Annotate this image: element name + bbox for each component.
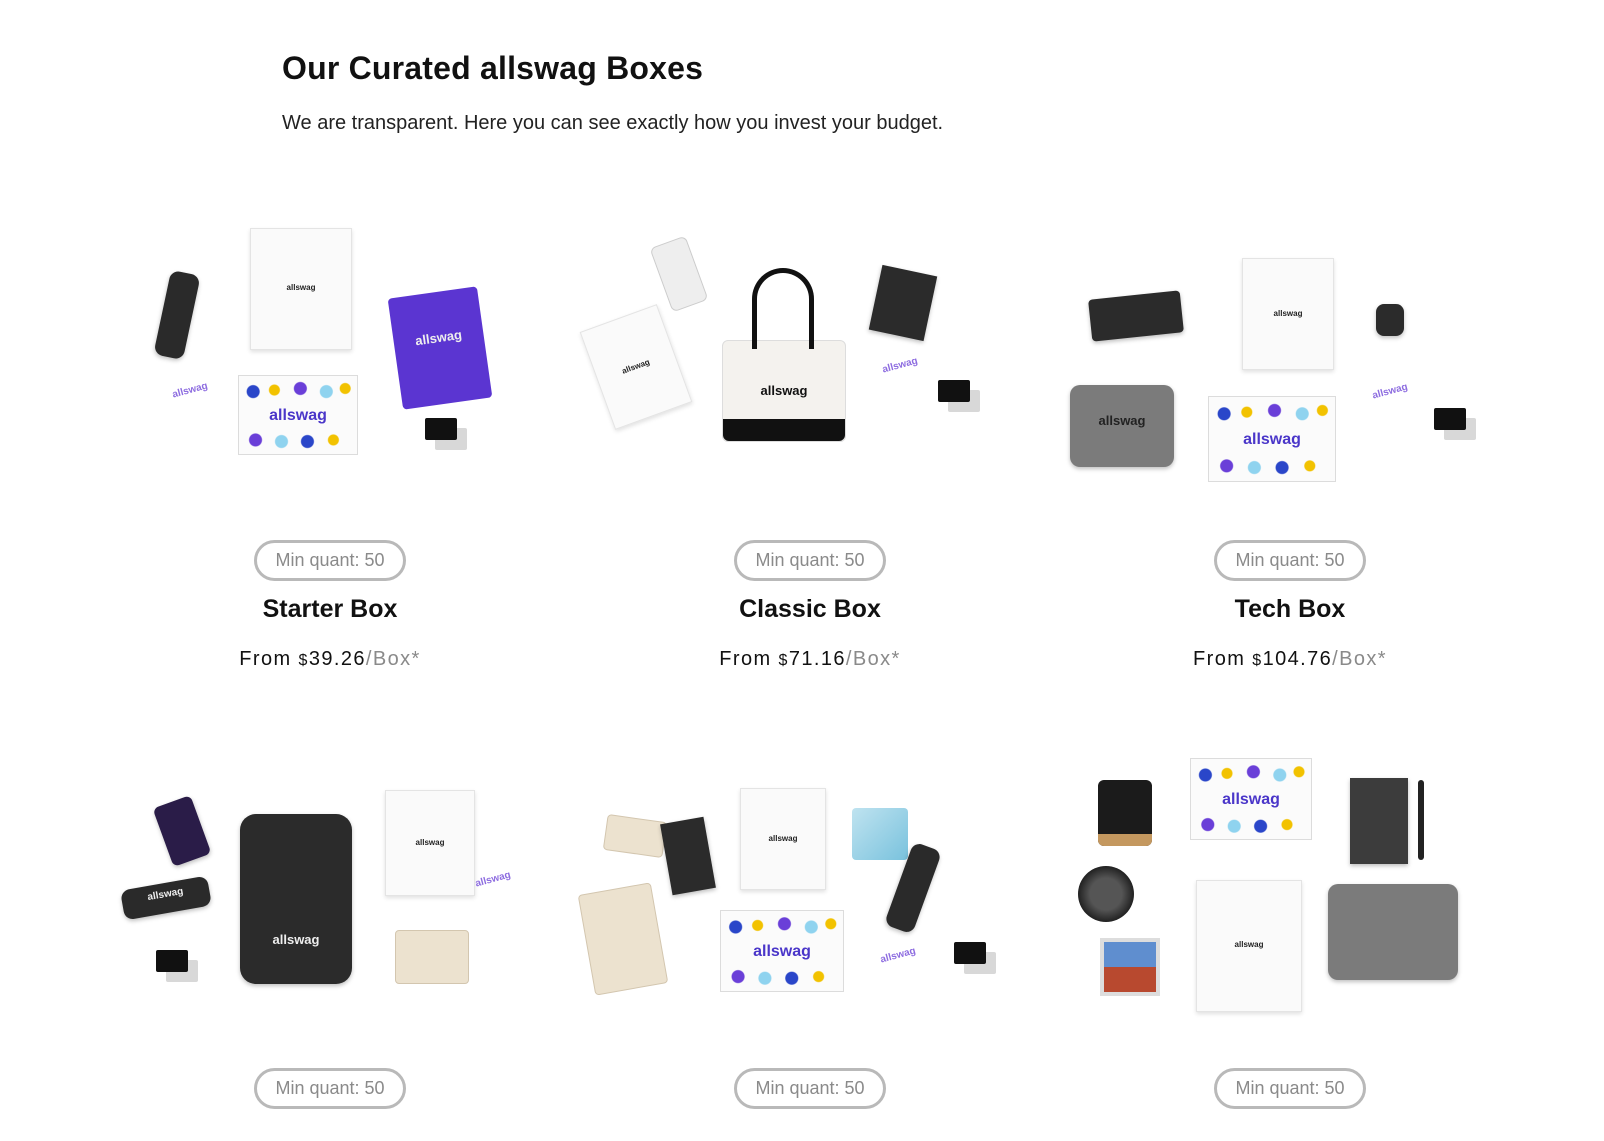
notebook-image [660,816,716,896]
box-card-classic[interactable]: allswag allswag allswag Min quant: 50 Cl… [570,210,1050,671]
tracker-image [1376,304,1404,336]
box-name[interactable]: Tech Box [1050,595,1530,624]
box-price: From $104.76/Box* [1193,648,1387,670]
card-set-image [156,950,188,972]
mug-image [1098,780,1152,846]
tote-bag-image: allswag [722,340,846,442]
sticker-image: allswag [1371,381,1409,402]
tshirt-image: allswag [1242,258,1334,370]
page-subtitle: We are transparent. Here you can see exa… [282,112,944,134]
box-card-4[interactable]: allswag allswag allswag allswag Min quan… [90,738,570,1109]
min-quantity-badge: Min quant: 50 [1214,1068,1366,1109]
box-price: From $39.26/Box* [239,648,421,670]
mailer-box-image: allswag [238,375,358,455]
tote-handle [752,268,814,349]
mailer-box-image: allswag [1190,758,1312,840]
lunch-box-image [602,814,668,858]
tshirt-image: allswag [385,790,475,896]
tumbler-image [649,235,709,313]
socks-image [152,795,212,867]
mailer-box-image: allswag [1208,396,1336,482]
box-illustration: allswag allswag allswag [570,738,1050,1068]
card-set-image [1434,408,1466,430]
box-card-6[interactable]: allswag allswag Min quant: 50 [1050,738,1530,1109]
laptop-bag-image: allswag [1070,385,1174,467]
speaker-image [1078,866,1134,922]
box-illustration: allswag allswag allswag allswag [90,210,570,540]
notebook-image [868,264,938,342]
pen-image [1418,780,1424,860]
notebook-image [1350,778,1408,864]
min-quantity-badge: Min quant: 50 [254,1068,406,1109]
sticker-image: allswag [171,380,209,401]
straw-set-image [395,930,469,984]
tshirt-image: allswag [740,788,826,890]
backpack-image: allswag [240,814,352,984]
box-name[interactable]: Classic Box [570,595,1050,624]
box-illustration: allswag allswag [1050,738,1530,1068]
card-set-image [954,942,986,964]
sticker-image: allswag [881,355,919,376]
card-set-image [938,380,970,402]
card-set-image [425,418,457,440]
box-card-starter[interactable]: allswag allswag allswag allswag Min quan… [90,210,570,671]
box-card-tech[interactable]: allswag allswag allswag allswag Min quan… [1050,210,1530,671]
box-name[interactable]: Starter Box [90,595,570,624]
min-quantity-badge: Min quant: 50 [254,540,406,581]
min-quantity-badge: Min quant: 50 [734,1068,886,1109]
tshirt-image: allswag [1196,880,1302,1012]
sticker-image: allswag [879,945,917,966]
drawstring-bag-image [577,882,669,996]
cube-image [852,808,908,860]
tablet-stand-image [1088,290,1184,342]
water-bottle-image [153,269,201,361]
box-card-5[interactable]: allswag allswag allswag Min quant: 50 [570,738,1050,1109]
mailer-box-image: allswag [720,910,844,992]
box-illustration: allswag allswag allswag allswag [1050,210,1530,540]
min-quantity-badge: Min quant: 50 [734,540,886,581]
box-illustration: allswag allswag allswag allswag [90,738,570,1068]
purple-tote-image: allswag [387,286,493,410]
min-quantity-badge: Min quant: 50 [1214,540,1366,581]
sticker-image: allswag [474,869,512,890]
water-bottle-image: allswag [120,875,212,921]
tshirt-image: allswag [579,304,693,430]
box-price: From $71.16/Box* [719,648,901,670]
page-title: Our Curated allswag Boxes [282,50,704,86]
photo-frame-image [1100,938,1160,996]
laptop-bag-image [1328,884,1458,980]
box-illustration: allswag allswag allswag [570,210,1050,540]
tshirt-image: allswag [250,228,352,350]
